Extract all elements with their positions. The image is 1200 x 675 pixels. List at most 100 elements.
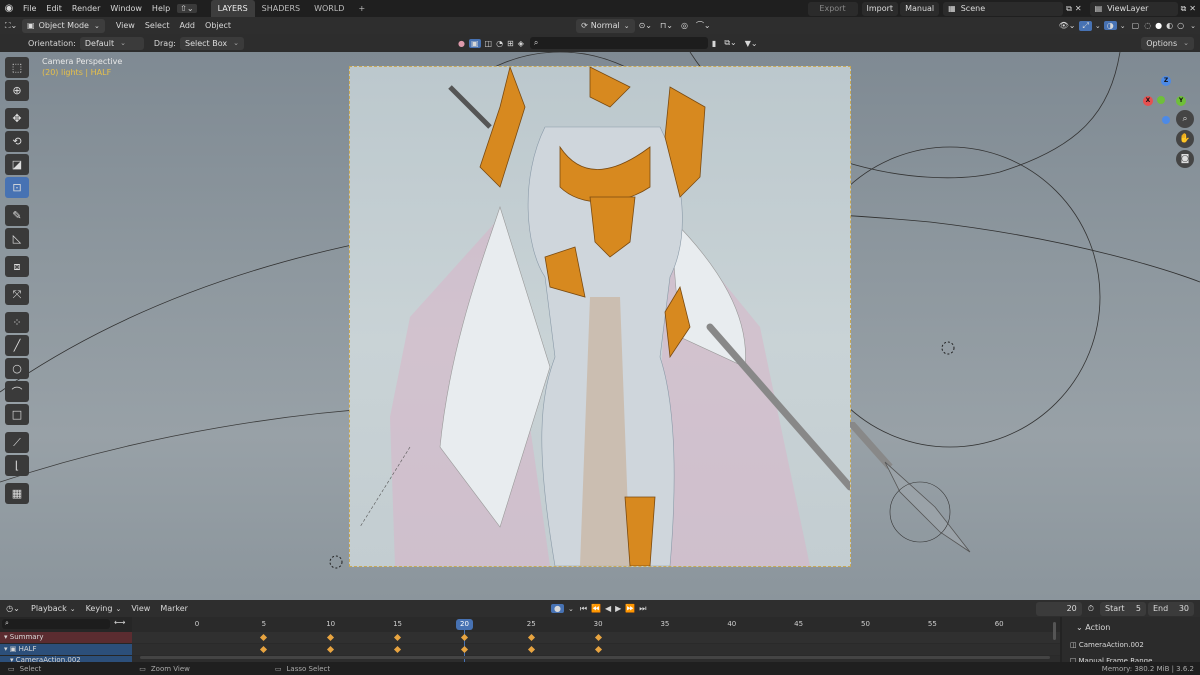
filter-icon[interactable]: ▼⌄ bbox=[745, 39, 758, 48]
export-button[interactable]: Export bbox=[807, 1, 858, 16]
next-key-icon[interactable]: ⏩ bbox=[625, 604, 635, 613]
jump-end-icon[interactable]: ⏭ bbox=[639, 604, 646, 614]
gizmo-x-axis[interactable]: X bbox=[1143, 96, 1153, 106]
jump-start-icon[interactable]: ⏮ bbox=[580, 604, 587, 614]
select-box-tool[interactable]: ⬚ bbox=[5, 57, 29, 78]
filter-light-icon[interactable]: ◫ bbox=[485, 39, 493, 48]
tab-layers[interactable]: LAYERS bbox=[210, 0, 255, 17]
camera-view-button[interactable]: ◙ bbox=[1176, 150, 1194, 168]
menu-render[interactable]: Render bbox=[67, 0, 105, 17]
proportional-edit-icon[interactable]: ◎ bbox=[681, 21, 688, 30]
collapse-icon[interactable]: ⟷ bbox=[114, 618, 125, 627]
extrude-tool[interactable]: ⤧ bbox=[5, 284, 29, 305]
bookmark-icon[interactable]: ▮ bbox=[712, 39, 716, 48]
transform-tool[interactable]: ⊡ bbox=[5, 177, 29, 198]
add-circle-tool[interactable]: ○ bbox=[5, 358, 29, 379]
channel-search-field[interactable]: ⌕ bbox=[2, 619, 110, 629]
playback-menu[interactable]: Playback ⌄ bbox=[26, 602, 81, 616]
prev-key-icon[interactable]: ⏪ bbox=[591, 604, 601, 613]
screen-toggle-icon[interactable]: ⇧⌄ bbox=[177, 4, 197, 13]
pivot-icon[interactable]: ⊙⌄ bbox=[639, 21, 652, 30]
keying-dropdown-icon[interactable]: ⌄ bbox=[568, 605, 574, 613]
rotate-tool[interactable]: ⟲ bbox=[5, 131, 29, 152]
transform-orientation-selector[interactable]: ⟳ Normal ⌄ bbox=[576, 18, 635, 33]
horizontal-scrollbar[interactable] bbox=[140, 656, 1050, 659]
xray-icon[interactable]: ▢ bbox=[1132, 21, 1140, 30]
drag-dropdown[interactable]: Select Box bbox=[179, 36, 244, 50]
knife-tool[interactable]: ⟋ bbox=[5, 432, 29, 453]
filter-other-icon[interactable]: ◈ bbox=[518, 39, 524, 48]
menu-marker[interactable]: Marker bbox=[155, 604, 193, 613]
add-line-tool[interactable]: ╱ bbox=[5, 335, 29, 356]
menu-select[interactable]: Select bbox=[140, 21, 175, 30]
end-frame-field[interactable]: End 30 bbox=[1148, 601, 1194, 616]
new-viewlayer-icon[interactable]: ⧉ bbox=[1181, 4, 1187, 14]
new-scene-icon[interactable]: ⧉ bbox=[1066, 4, 1072, 14]
menu-help[interactable]: Help bbox=[147, 0, 175, 17]
import-button[interactable]: Import bbox=[861, 1, 899, 16]
keying-menu[interactable]: Keying ⌄ bbox=[81, 602, 127, 616]
play-reverse-icon[interactable]: ◀ bbox=[605, 604, 611, 613]
channel-half[interactable]: ▾ ▣ HALF bbox=[0, 644, 132, 655]
remove-viewlayer-icon[interactable]: ✕ bbox=[1189, 4, 1196, 13]
panel-collapse-icon[interactable]: ⌄ bbox=[1076, 623, 1085, 632]
scale-tool[interactable]: ◪ bbox=[5, 154, 29, 175]
rendered-shading-icon[interactable]: ○ bbox=[1177, 21, 1184, 30]
start-frame-field[interactable]: Start 5 bbox=[1100, 601, 1146, 616]
gizmo-z-axis[interactable]: Z bbox=[1161, 76, 1171, 86]
scene-selector[interactable]: ▦ Scene bbox=[943, 1, 1064, 16]
gizmo-y-axis[interactable]: Y bbox=[1176, 96, 1186, 106]
overlay-dropdown-icon[interactable]: ⌄ bbox=[1120, 22, 1126, 30]
grid-tool[interactable]: ▦ bbox=[5, 483, 29, 504]
visibility-icon[interactable]: 👁⌄ bbox=[1059, 21, 1076, 30]
orientation-dropdown[interactable]: Default bbox=[79, 36, 144, 50]
character-model[interactable] bbox=[350, 65, 854, 567]
remove-scene-icon[interactable]: ✕ bbox=[1075, 4, 1082, 13]
add-curve-tool[interactable]: ⌒ bbox=[5, 381, 29, 402]
wireframe-shading-icon[interactable]: ◌ bbox=[1144, 21, 1151, 30]
frame-ruler[interactable]: 0 5 10 15 20 25 30 35 40 45 50 55 60 bbox=[132, 617, 1060, 631]
move-tool[interactable]: ✥ bbox=[5, 108, 29, 129]
side-scrollbar[interactable] bbox=[1053, 622, 1056, 640]
tab-world[interactable]: WORLD bbox=[307, 0, 351, 17]
shading-dropdown-icon[interactable]: ⌄ bbox=[1190, 22, 1196, 30]
channel-summary[interactable]: ▾ Summary bbox=[0, 632, 132, 643]
mode-selector[interactable]: ▣ Object Mode ⌄ bbox=[22, 18, 105, 33]
menu-view[interactable]: View bbox=[111, 21, 140, 30]
add-point-tool[interactable]: ⁘ bbox=[5, 312, 29, 333]
menu-object[interactable]: Object bbox=[200, 21, 236, 30]
zoom-button[interactable]: ⌕ bbox=[1176, 110, 1194, 128]
pan-button[interactable]: ✋ bbox=[1176, 130, 1194, 148]
clock-icon[interactable]: ◷⌄ bbox=[0, 604, 26, 613]
editor-type-icon[interactable]: ⛶⌄ bbox=[0, 21, 22, 31]
gizmo-toggle-icon[interactable]: ⤢ bbox=[1079, 20, 1092, 31]
add-cube-tool[interactable]: ⧈ bbox=[5, 256, 29, 277]
add-rect-tool[interactable]: □ bbox=[5, 404, 29, 425]
measure-tool[interactable]: ◺ bbox=[5, 228, 29, 249]
menu-file[interactable]: File bbox=[18, 0, 41, 17]
options-dropdown[interactable]: Options bbox=[1141, 36, 1194, 50]
auto-keying-button[interactable]: ● bbox=[550, 604, 564, 613]
viewlayer-selector[interactable]: ▤ ViewLayer bbox=[1089, 1, 1178, 16]
filter-camera-icon[interactable]: ◔ bbox=[496, 39, 503, 48]
snap-icon[interactable]: ⊓⌄ bbox=[660, 21, 673, 30]
playhead-frame-badge[interactable]: 20 bbox=[456, 619, 473, 630]
action-datablock[interactable]: ◫ CameraAction.002 bbox=[1070, 641, 1144, 649]
manual-button[interactable]: Manual bbox=[900, 1, 940, 16]
current-frame-field[interactable]: 20 bbox=[1035, 601, 1082, 616]
gizmo-neg-z-axis[interactable] bbox=[1162, 116, 1170, 124]
3d-viewport[interactable]: Camera Perspective (20) lights | HALF ⬚ … bbox=[0, 52, 1200, 600]
solid-shading-icon[interactable]: ● bbox=[1155, 21, 1162, 30]
tab-shaders[interactable]: SHADERS bbox=[255, 0, 307, 17]
gizmo-neg-x-axis[interactable] bbox=[1157, 96, 1165, 104]
cursor-tool[interactable]: ⊕ bbox=[5, 80, 29, 101]
menu-window[interactable]: Window bbox=[105, 0, 147, 17]
filter-mesh-icon[interactable]: ▣ bbox=[468, 38, 481, 48]
stopwatch-icon[interactable]: ⏱ bbox=[1088, 604, 1094, 614]
blender-logo-icon[interactable]: ◉ bbox=[0, 3, 18, 14]
menu-timeline-view[interactable]: View bbox=[126, 604, 155, 613]
menu-add[interactable]: Add bbox=[175, 21, 201, 30]
falloff-icon[interactable]: ⌒⌄ bbox=[696, 20, 711, 31]
menu-edit[interactable]: Edit bbox=[41, 0, 67, 17]
material-shading-icon[interactable]: ◐ bbox=[1166, 21, 1173, 30]
